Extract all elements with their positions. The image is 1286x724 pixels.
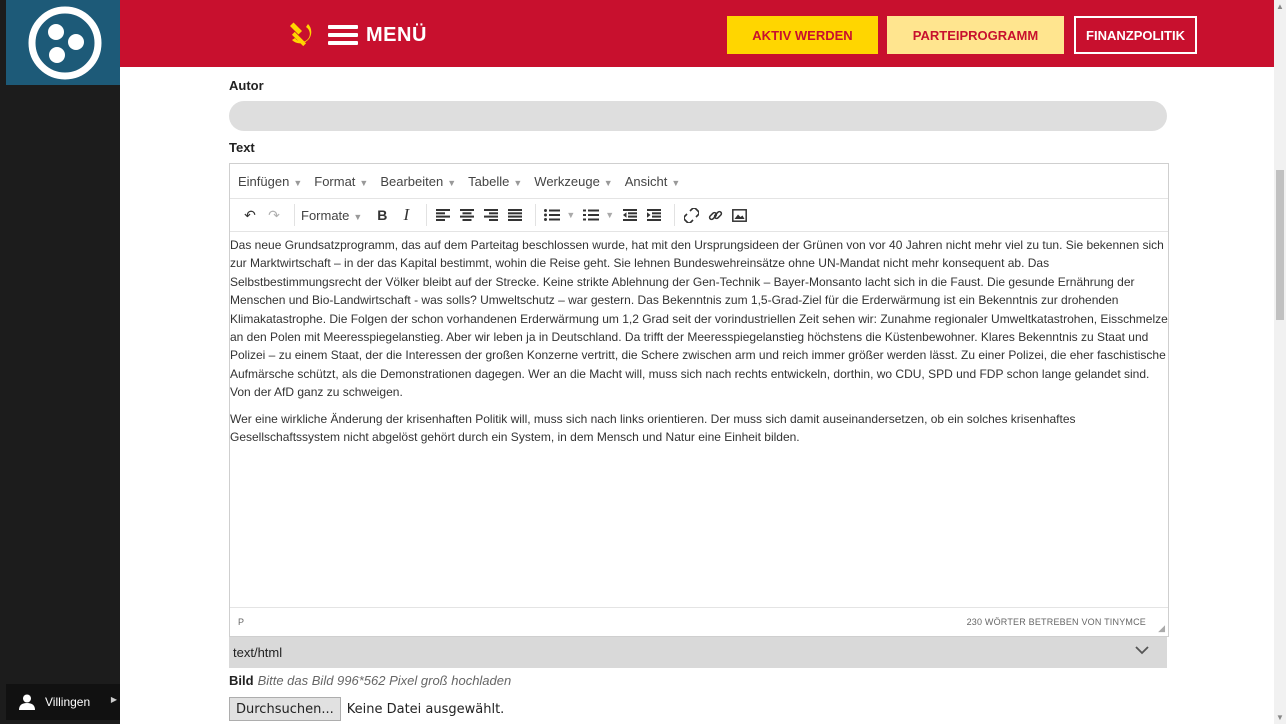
party-logo-icon [28, 6, 102, 80]
scrollbar-thumb[interactable] [1276, 170, 1284, 320]
hamburger-icon [328, 21, 358, 49]
file-upload: Durchsuchen... Keine Datei ausgewählt. [229, 697, 504, 721]
menu-toggle[interactable]: MENÜ [286, 20, 427, 50]
bold-icon[interactable]: B [372, 205, 392, 225]
bild-label: Bild [229, 673, 254, 688]
text-label: Text [229, 140, 255, 155]
editor-content[interactable]: Das neue Grundsatzprogramm, das auf dem … [230, 234, 1168, 606]
bild-hint: Bitte das Bild 996*562 Pixel groß hochla… [257, 673, 512, 688]
user-name: Villingen [45, 695, 91, 709]
autor-label: Autor [229, 78, 264, 93]
align-right-icon[interactable] [481, 205, 501, 225]
resize-handle-icon[interactable]: ◢ [1158, 623, 1165, 634]
aktiv-werden-button[interactable]: AKTIV WERDEN [727, 16, 878, 54]
element-path[interactable]: P [238, 617, 244, 627]
logo[interactable] [6, 0, 120, 85]
caret-right-icon: ▶ [110, 695, 117, 704]
menu-label: MENÜ [366, 23, 427, 46]
align-justify-icon[interactable] [505, 205, 525, 225]
menu-einfuegen[interactable]: Einfügen ▼ [238, 174, 302, 189]
rich-text-editor: Einfügen ▼ Format ▼ Bearbeiten ▼ Tabelle ▼ W… [229, 163, 1169, 637]
image-icon[interactable] [729, 205, 749, 225]
file-state: Keine Datei ausgewählt. [346, 701, 505, 717]
numbered-list-icon[interactable] [581, 205, 601, 225]
parteiprogramm-button[interactable]: PARTEIPROGRAMM [887, 16, 1064, 54]
italic-icon[interactable]: I [396, 205, 416, 225]
numbered-list-dropdown-icon[interactable]: ▼ [605, 210, 614, 220]
editor-menubar: Einfügen ▼ Format ▼ Bearbeiten ▼ Tabelle ▼ W… [230, 164, 1168, 198]
menu-format[interactable]: Format ▼ [314, 174, 368, 189]
indent-icon[interactable] [644, 205, 664, 225]
link-icon[interactable] [705, 205, 725, 225]
bullet-list-dropdown-icon[interactable]: ▼ [566, 210, 575, 220]
menu-ansicht[interactable]: Ansicht ▼ [625, 174, 681, 189]
menu-bearbeiten[interactable]: Bearbeiten ▼ [380, 174, 456, 189]
outdent-icon[interactable] [620, 205, 640, 225]
align-center-icon[interactable] [457, 205, 477, 225]
paragraph: Das neue Grundsatzprogramm, das auf dem … [230, 238, 1168, 400]
browse-button[interactable]: Durchsuchen... [229, 697, 341, 721]
unlink-icon[interactable] [681, 205, 701, 225]
menu-tabelle[interactable]: Tabelle ▼ [468, 174, 522, 189]
paragraph: Wer eine wirkliche Änderung der krisenha… [230, 411, 1076, 445]
editor-toolbar: ↶ ↷ Formate ▼ B I ▼ ▼ [230, 198, 1168, 232]
text-format-value: text/html [233, 645, 283, 660]
formate-dropdown[interactable]: Formate ▼ [301, 208, 362, 223]
redo-icon[interactable]: ↷ [264, 205, 284, 225]
scroll-down-icon[interactable]: ▼ [1276, 713, 1284, 722]
page-scrollbar[interactable]: ▲ ▼ [1274, 0, 1286, 724]
editor-statusbar: P 230 WÖRTER BETREBEN VON TINYMCE ◢ [230, 607, 1168, 636]
user-menu[interactable]: Villingen ▶ [6, 684, 120, 720]
bullet-list-icon[interactable] [542, 205, 562, 225]
text-format-select[interactable]: text/html [229, 637, 1167, 668]
scroll-up-icon[interactable]: ▲ [1276, 2, 1284, 11]
align-left-icon[interactable] [433, 205, 453, 225]
sidebar: Villingen ▶ [0, 0, 120, 724]
autor-input[interactable] [229, 101, 1167, 131]
user-icon [19, 694, 35, 710]
word-count: 230 WÖRTER BETREBEN VON TINYMCE [966, 617, 1146, 627]
header-bar: MENÜ AKTIV WERDEN PARTEIPROGRAMM FINANZP… [120, 0, 1274, 67]
undo-icon[interactable]: ↶ [240, 205, 260, 225]
bild-field: Bild Bitte das Bild 996*562 Pixel groß ho… [229, 673, 511, 688]
finanzpolitik-button[interactable]: FINANZPOLITIK [1074, 16, 1197, 54]
hammer-sickle-icon [289, 22, 312, 47]
chevron-down-icon [1135, 646, 1149, 655]
menu-werkzeuge[interactable]: Werkzeuge ▼ [534, 174, 612, 189]
